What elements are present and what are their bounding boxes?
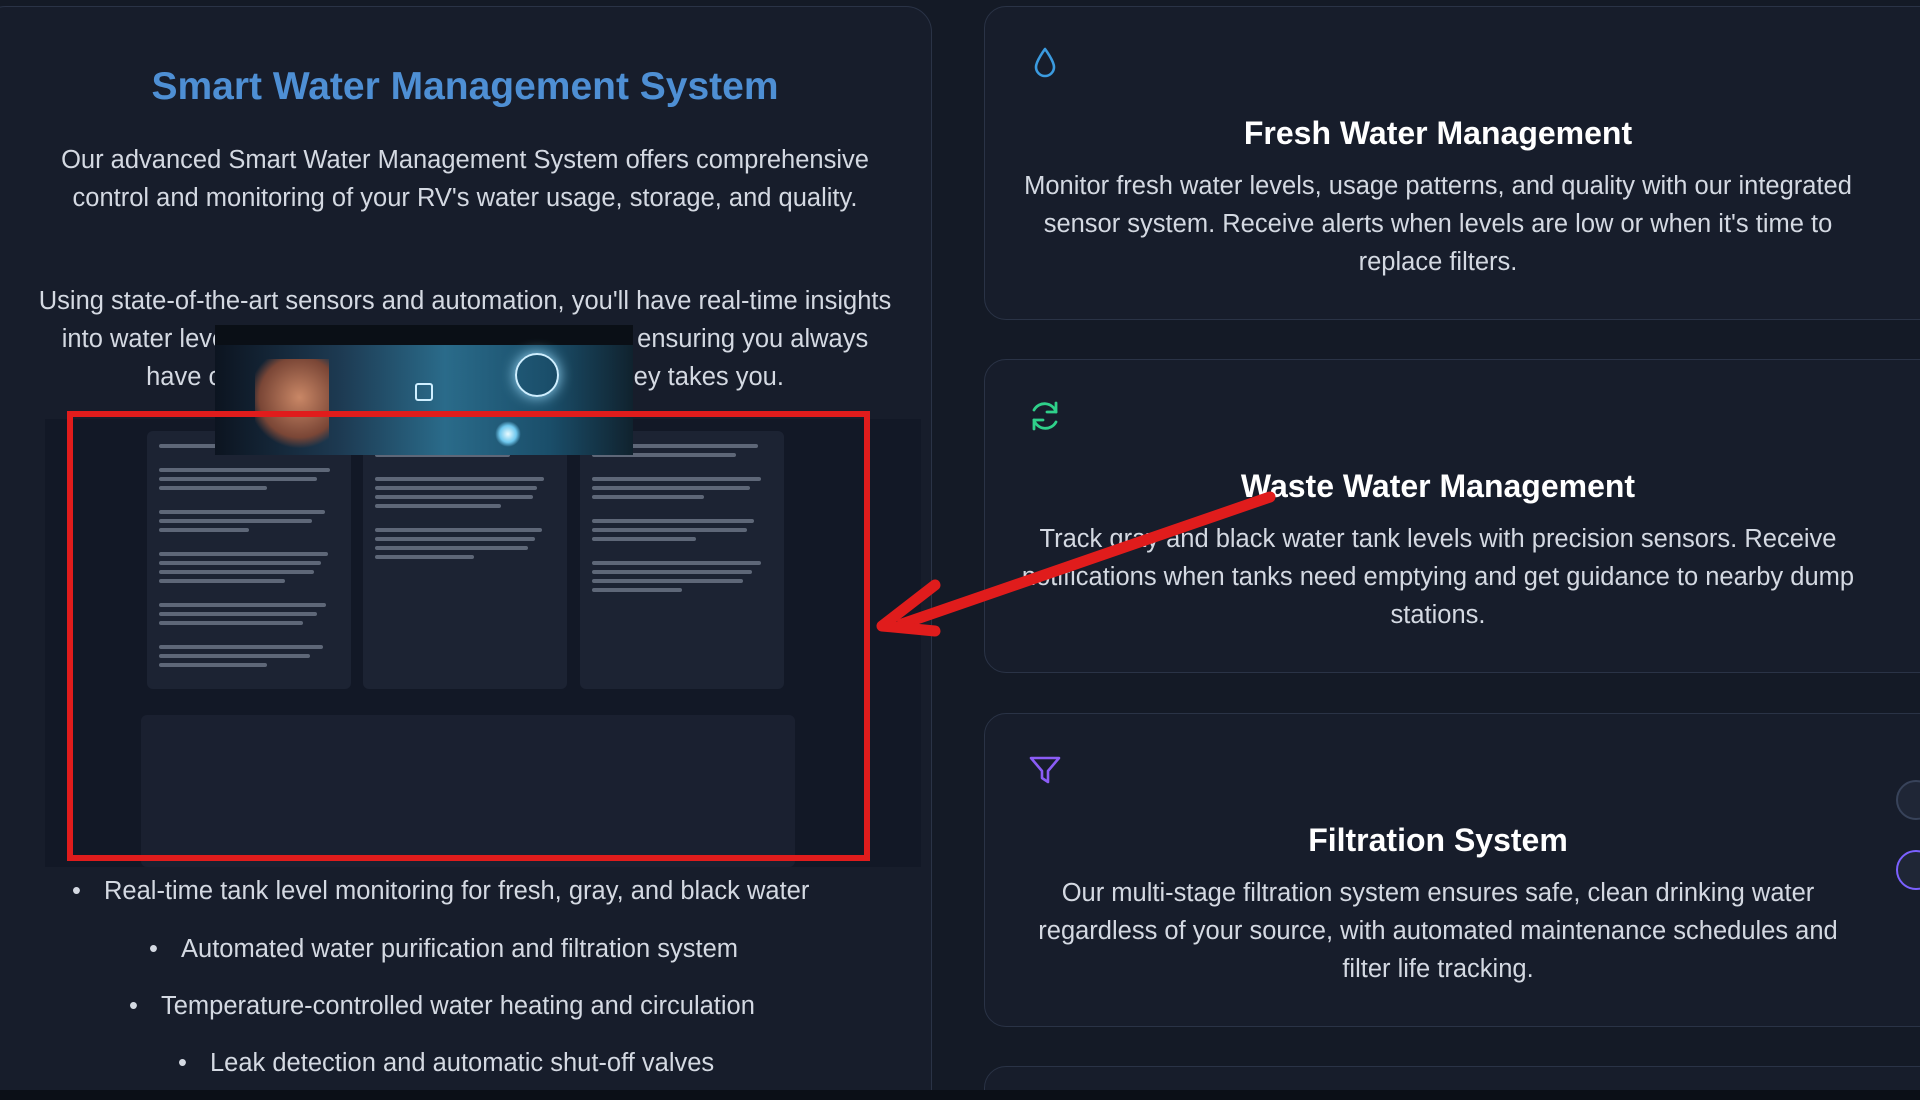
page-title: Smart Water Management System — [151, 65, 779, 108]
refresh-icon — [1032, 401, 1058, 431]
intro-paragraph-1: Our advanced Smart Water Management Syst… — [61, 146, 869, 212]
card-description: Track gray and black water tank levels w… — [1021, 525, 1855, 629]
card-title: Fresh Water Management — [1243, 115, 1633, 151]
card-description: Our multi-stage filtration system ensure… — [1038, 879, 1838, 983]
card-description: Monitor fresh water levels, usage patter… — [1024, 172, 1852, 276]
list-item: Automated water purification and filtrat… — [149, 935, 738, 964]
filter-icon — [1029, 756, 1061, 784]
page: Smart Water Management System Our advanc… — [0, 0, 1920, 1100]
card-title: Filtration System — [1308, 822, 1568, 858]
droplet-icon — [1034, 47, 1056, 78]
fresh-water-card: Fresh Water Management Monitor fresh wat… — [984, 6, 1920, 320]
bottom-edge — [0, 1090, 1920, 1100]
filtration-card: Filtration System Our multi-stage filtra… — [984, 713, 1920, 1027]
list-item: Real-time tank level monitoring for fres… — [72, 877, 809, 906]
waste-water-card: Waste Water Management Track gray and bl… — [984, 359, 1920, 673]
list-item: Leak detection and automatic shut-off va… — [178, 1049, 714, 1078]
card-title: Waste Water Management — [1240, 468, 1636, 504]
list-item: Temperature-controlled water heating and… — [129, 992, 755, 1021]
annotation-highlight-box — [67, 411, 870, 861]
